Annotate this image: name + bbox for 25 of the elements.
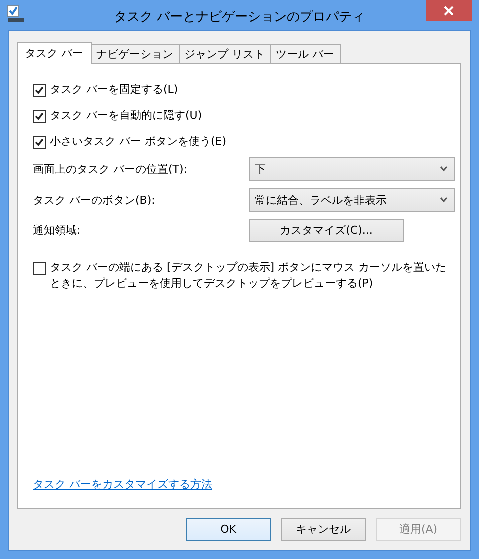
dropdown[interactable]: 常に結合、ラベルを非表示 (249, 188, 455, 212)
checkbox-label[interactable]: タスク バーの端にある [デスクトップの表示] ボタンにマウス カーソルを置いたときに、プレビューを使用してデスクトップをプレビューする(P) (50, 260, 455, 292)
close-icon (444, 6, 454, 16)
chevron-icon (440, 166, 448, 172)
ok-button[interactable]: OK (186, 518, 271, 541)
tab[interactable]: タスク バー (17, 42, 92, 64)
window-title: タスク バーとナビゲーションのプロパティ (112, 9, 366, 26)
tab[interactable]: ツール バー (270, 44, 340, 63)
checkbox[interactable] (33, 84, 46, 97)
customize-button[interactable]: カスタマイズ(C)... (249, 219, 404, 242)
checkbox[interactable] (33, 136, 46, 149)
checkbox-label[interactable]: 小さいタスク バー ボタンを使う(E) (50, 134, 227, 150)
dropdown[interactable]: 下 (249, 157, 455, 181)
setting-label: 画面上のタスク バーの位置(T): (33, 162, 189, 176)
checkbox[interactable] (33, 110, 46, 123)
close-button[interactable] (426, 0, 472, 21)
chevron-icon (440, 197, 448, 203)
setting-label: 通知領域: (33, 223, 82, 238)
setting-label: タスク バーのボタン(B): (33, 192, 156, 208)
help-link[interactable]: タスク バーをカスタマイズする方法 (33, 477, 212, 492)
checkbox-label[interactable]: タスク バーを固定する(L) (50, 82, 178, 98)
checkbox-label[interactable]: タスク バーを自動的に隠す(U) (50, 108, 202, 124)
checkbox[interactable] (33, 262, 46, 275)
app-icon (7, 5, 25, 23)
cancel-button[interactable]: キャンセル (281, 518, 366, 541)
